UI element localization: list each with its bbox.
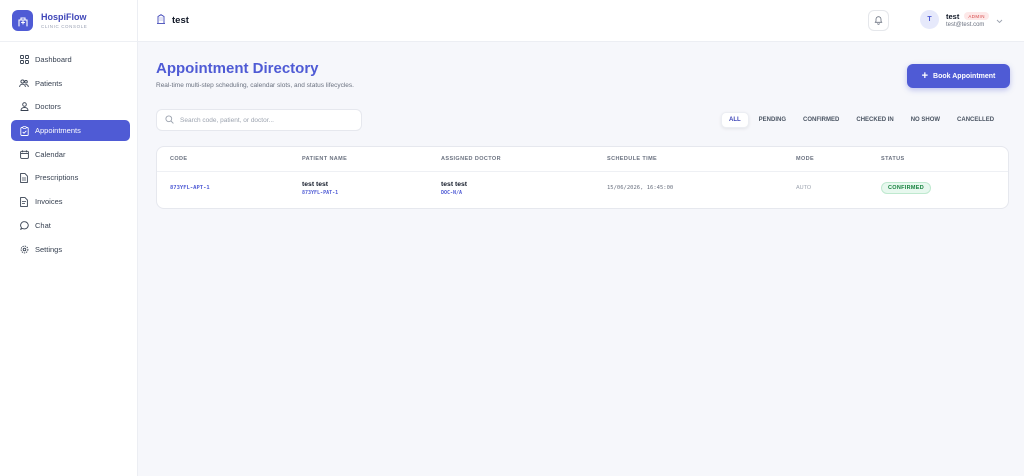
stethoscope-icon	[19, 102, 29, 112]
search-box[interactable]	[156, 109, 362, 131]
workspace-name: test	[172, 15, 189, 26]
book-appointment-label: Book Appointment	[933, 72, 996, 80]
bell-icon	[874, 12, 883, 30]
grid-icon	[19, 55, 29, 65]
table-row[interactable]: 873YFL-APT-1 test test 873YFL-PAT-1 test…	[157, 172, 1008, 208]
brand-name: HospiFlow	[41, 11, 87, 22]
filter-tab-no-show[interactable]: NO SHOW	[904, 113, 947, 127]
sidebar-item-label: Dashboard	[35, 55, 72, 64]
schedule-time: 15/06/2026, 16:45:00	[607, 185, 674, 191]
sidebar-item-calendar[interactable]: Calendar	[11, 144, 130, 165]
sidebar-item-label: Invoices	[35, 197, 63, 207]
sidebar-item-patients[interactable]: Patients	[11, 73, 130, 94]
search-icon	[165, 111, 174, 129]
doctor-name: test test	[441, 181, 468, 188]
plus-icon: +	[921, 69, 929, 82]
page-subtitle: Real-time multi-step scheduling, calenda…	[156, 82, 354, 89]
column-header-schedule-time[interactable]: SCHEDULE TIME	[607, 156, 657, 162]
doctor-code: DOC-N/A	[441, 190, 463, 196]
column-header-status[interactable]: STATUS	[881, 156, 905, 162]
user-email: test@test.com	[946, 21, 985, 28]
filter-tab-checked-in[interactable]: CHECKED IN	[849, 113, 900, 127]
status-filter-tabs: ALL PENDING CONFIRMED CHECKED IN NO SHOW…	[721, 112, 1004, 128]
column-header-patient-name[interactable]: PATIENT NAME	[302, 156, 347, 162]
chat-icon	[19, 220, 29, 230]
workspace-title: test	[156, 14, 189, 27]
user-menu[interactable]: T test ADMIN test@test.com	[920, 10, 1003, 29]
patient-code[interactable]: 873YFL-PAT-1	[302, 190, 338, 196]
sidebar: HospiFlow CLINIC CONSOLE Dashboard Patie…	[0, 0, 138, 476]
clipboard-icon	[19, 125, 29, 136]
sidebar-item-prescriptions[interactable]: Prescriptions	[11, 167, 130, 188]
sidebar-item-label: Calendar	[35, 149, 66, 159]
users-icon	[19, 78, 29, 88]
gear-icon	[19, 244, 29, 254]
user-name: test	[946, 11, 960, 21]
sidebar-item-settings[interactable]: Settings	[11, 239, 130, 260]
appointments-table: CODE PATIENT NAME ASSIGNED DOCTOR SCHEDU…	[156, 146, 1009, 209]
table-header: CODE PATIENT NAME ASSIGNED DOCTOR SCHEDU…	[157, 147, 1008, 172]
sidebar-item-dashboard[interactable]: Dashboard	[11, 49, 130, 70]
document-icon	[19, 173, 29, 183]
column-header-mode[interactable]: MODE	[796, 156, 814, 162]
filter-tab-pending[interactable]: PENDING	[752, 113, 793, 127]
status-badge: CONFIRMED	[881, 182, 932, 194]
sidebar-item-label: Settings	[35, 244, 63, 254]
brand-subtitle: CLINIC CONSOLE	[41, 23, 88, 29]
main-content: Appointment Directory Real-time multi-st…	[138, 42, 1024, 476]
column-header-assigned-doctor[interactable]: ASSIGNED DOCTOR	[441, 156, 501, 162]
column-header-code[interactable]: CODE	[170, 156, 188, 162]
sidebar-item-label: Chat	[35, 220, 51, 230]
page-title: Appointment Directory	[156, 60, 319, 77]
sidebar-item-appointments[interactable]: Appointments	[11, 120, 130, 142]
sidebar-item-label: Doctors	[35, 102, 61, 112]
filter-tab-cancelled[interactable]: CANCELLED	[950, 113, 1001, 127]
receipt-icon	[19, 196, 29, 207]
avatar: T	[920, 10, 939, 29]
appointment-code[interactable]: 873YFL-APT-1	[170, 185, 210, 191]
brand[interactable]: HospiFlow CLINIC CONSOLE	[0, 0, 137, 42]
sidebar-item-doctors[interactable]: Doctors	[11, 96, 130, 117]
book-appointment-button[interactable]: + Book Appointment	[907, 64, 1010, 88]
sidebar-item-chat[interactable]: Chat	[11, 215, 130, 236]
building-icon	[156, 14, 166, 27]
sidebar-item-label: Appointments	[35, 126, 81, 136]
sidebar-item-label: Patients	[35, 78, 63, 88]
calendar-icon	[19, 149, 29, 159]
sidebar-item-invoices[interactable]: Invoices	[11, 191, 130, 212]
search-input[interactable]	[180, 116, 350, 124]
sidebar-nav: Dashboard Patients Doctors Appointments …	[0, 42, 137, 260]
patient-name: test test	[302, 181, 329, 188]
topbar: test T test ADMIN test@test.com	[138, 0, 1024, 42]
notifications-button[interactable]	[868, 10, 889, 31]
sidebar-item-label: Prescriptions	[35, 173, 79, 183]
appointment-mode: AUTO	[796, 185, 812, 191]
filter-tab-confirmed[interactable]: CONFIRMED	[796, 113, 846, 127]
filter-tab-all[interactable]: ALL	[721, 112, 749, 128]
chevron-down-icon	[996, 11, 1003, 29]
role-badge: ADMIN	[964, 12, 989, 20]
hospital-logo-icon	[12, 10, 33, 31]
